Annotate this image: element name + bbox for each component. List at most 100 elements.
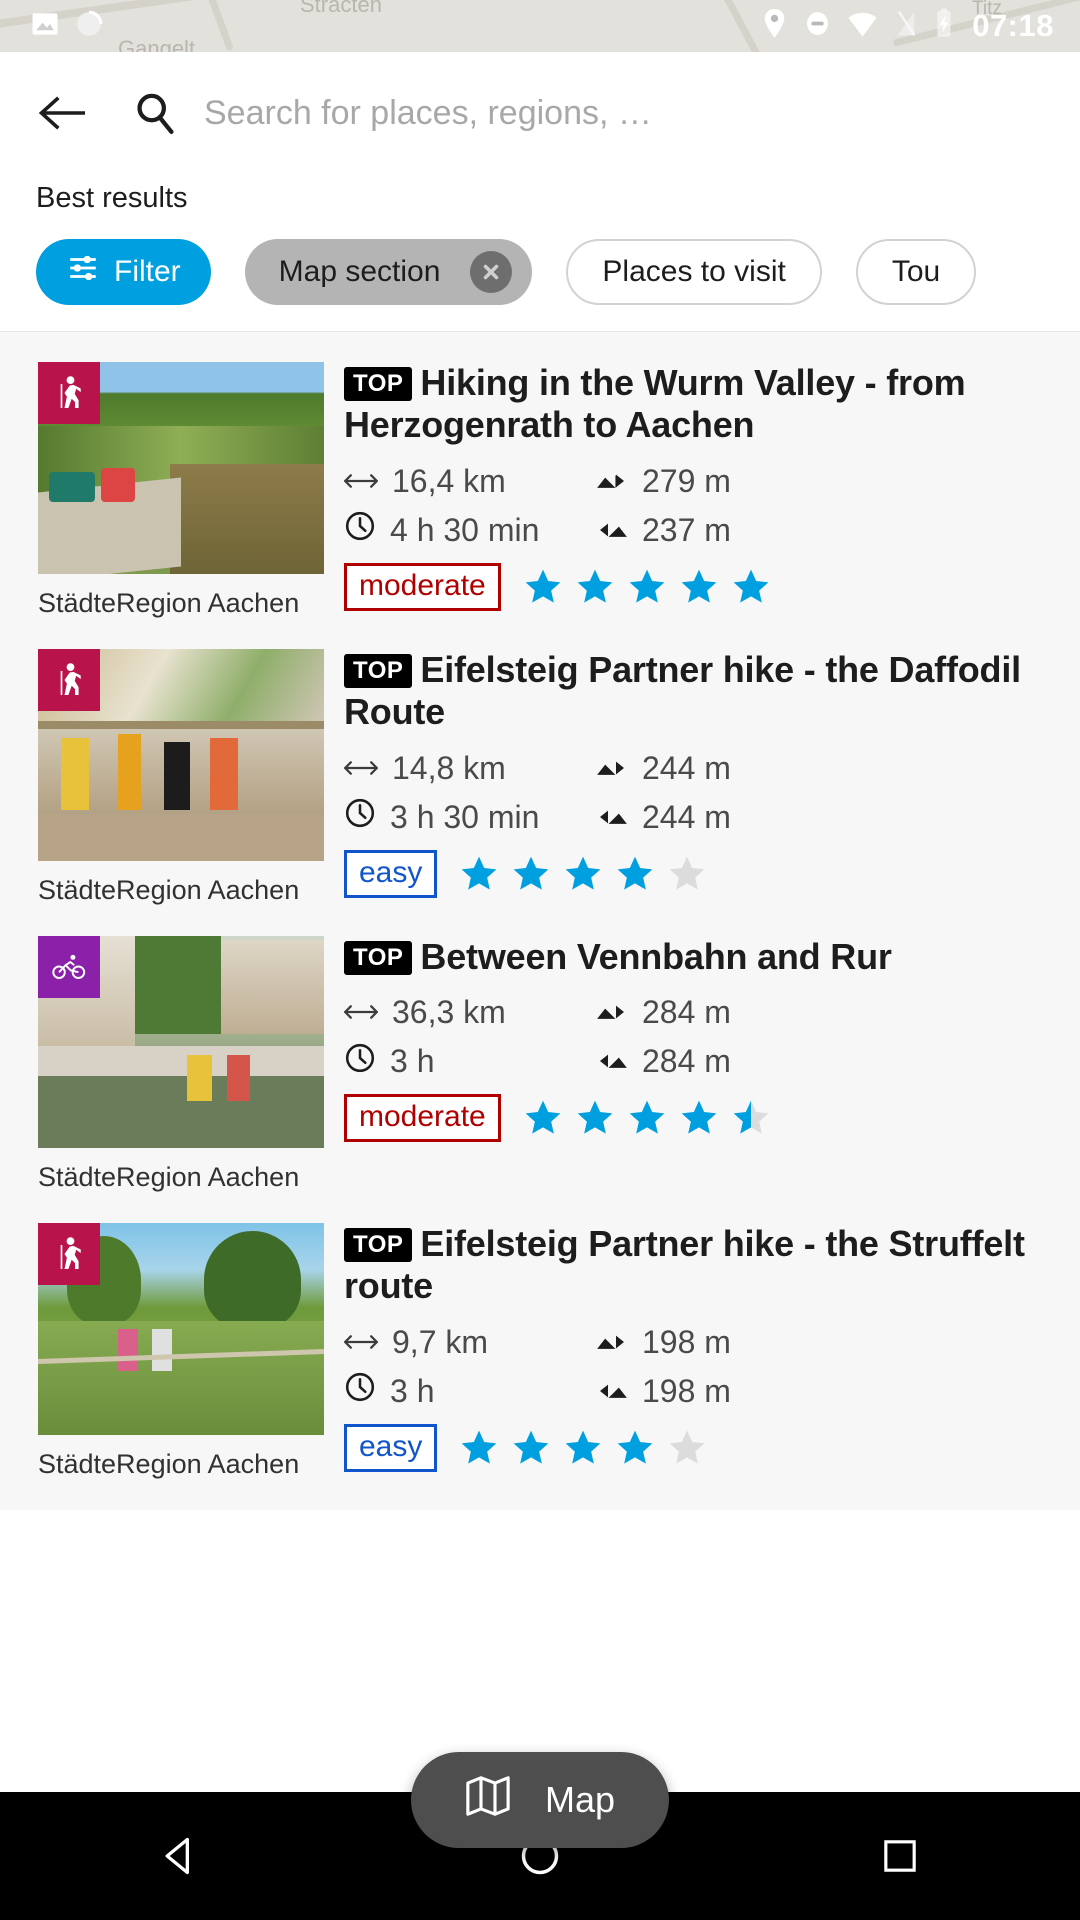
stat-duration: 3 h [344, 1042, 596, 1082]
difficulty-badge: moderate [344, 562, 501, 611]
search-input[interactable] [204, 93, 1050, 133]
stat-row-duration-descent: 4 h 30 min 237 m [344, 506, 1060, 555]
stat-distance: 9,7 km [344, 1324, 596, 1361]
star-icon-empty [670, 1430, 705, 1464]
stat-row-duration-descent: 3 h 284 m [344, 1037, 1060, 1086]
ascent-value: 198 m [642, 1323, 731, 1360]
battery-charging-icon [934, 8, 954, 44]
back-button[interactable] [30, 80, 96, 146]
stat-row-distance-ascent: 36,3 km 284 m [344, 988, 1060, 1037]
clock-icon [344, 1371, 376, 1411]
result-title-line: TOP Hiking in the Wurm Valley - from Herz… [344, 362, 1060, 447]
result-stats: 9,7 km 198 m 3 h 198 m easy [344, 1318, 1060, 1472]
search-bar [0, 52, 1080, 174]
stat-descent: 198 m [596, 1373, 731, 1410]
rating-row: moderate [344, 562, 1060, 611]
descent-value: 198 m [642, 1372, 731, 1409]
filter-chips-row[interactable]: Filter Map section Places to visit Tou [0, 215, 1080, 332]
star-icon [733, 569, 769, 603]
stat-row-duration-descent: 3 h 198 m [344, 1367, 1060, 1416]
descent-icon [596, 1043, 628, 1080]
status-bar: Stracten Gangelt Titz 07:18 [0, 0, 1080, 52]
result-thumbnail[interactable] [38, 936, 324, 1148]
star-icon [618, 1430, 653, 1464]
result-title: Eifelsteig Partner hike - the Daffodil R… [344, 649, 1021, 733]
star-icon-empty [670, 856, 705, 890]
result-card[interactable]: StädteRegion Aachen TOP Between Vennbahn … [0, 906, 1080, 1193]
result-title: Hiking in the Wurm Valley - from Herzoge… [344, 362, 966, 446]
back-arrow-icon [38, 96, 85, 130]
star-icon [566, 1430, 601, 1464]
top-badge: TOP [344, 1228, 413, 1263]
distance-arrows-icon [344, 994, 378, 1031]
chip-map-section-label: Map section [278, 255, 441, 288]
app-root: Stracten Gangelt Titz 07:18 Search for p… [0, 0, 1080, 1920]
result-info: TOP Eifelsteig Partner hike - the Daffodi… [324, 649, 1080, 906]
result-card[interactable]: StädteRegion Aachen TOP Hiking in the Wur… [0, 332, 1080, 619]
ascent-icon [596, 1324, 628, 1361]
hiking-icon [60, 376, 81, 408]
map-toggle-button[interactable]: Map [410, 1752, 670, 1848]
chip-tours[interactable]: Tou [855, 239, 977, 305]
result-region: StädteRegion Aachen [38, 1449, 300, 1479]
result-thumbnail-wrap: StädteRegion Aachen [38, 362, 324, 619]
ascent-icon [596, 463, 628, 500]
stat-duration: 3 h 30 min [344, 797, 596, 837]
difficulty-badge: easy [344, 1423, 438, 1472]
stat-ascent: 279 m [596, 463, 731, 500]
star-rating [523, 1098, 771, 1138]
chip-places-to-visit[interactable]: Places to visit [566, 239, 822, 305]
result-thumbnail[interactable] [38, 1223, 324, 1435]
results-header: Best results [0, 174, 1080, 215]
star-rating [459, 854, 707, 894]
map-toggle-label: Map [544, 1779, 616, 1820]
chip-map-section[interactable]: Map section [244, 239, 533, 305]
result-region: StädteRegion Aachen [38, 588, 300, 618]
star-icon [514, 1430, 549, 1464]
hiking-icon [60, 663, 81, 695]
nav-recents-button[interactable] [840, 1811, 960, 1901]
star-icon [577, 1101, 613, 1135]
result-card[interactable]: StädteRegion Aachen TOP Eifelsteig Partne… [0, 1193, 1080, 1480]
result-stats: 16,4 km 279 m 4 h 30 min 237 m moderate [344, 457, 1060, 611]
result-thumbnail[interactable] [38, 362, 324, 574]
close-icon[interactable] [470, 251, 513, 293]
stat-distance: 14,8 km [344, 750, 596, 787]
results-list[interactable]: StädteRegion Aachen TOP Hiking in the Wur… [0, 332, 1080, 1510]
signal-off-icon [894, 8, 918, 44]
result-title: Eifelsteig Partner hike - the Struffelt … [344, 1223, 1025, 1307]
nav-back-button[interactable] [120, 1811, 240, 1901]
result-thumbnail-wrap: StädteRegion Aachen [38, 649, 324, 906]
chip-filter[interactable]: Filter [36, 239, 211, 305]
distance-arrows-icon [344, 463, 378, 500]
nav-back-icon [165, 1837, 189, 1875]
do-not-disturb-icon [804, 8, 831, 44]
result-title-line: TOP Eifelsteig Partner hike - the Daffodi… [344, 649, 1060, 734]
stat-descent: 237 m [596, 512, 731, 549]
clock-icon [344, 1042, 376, 1082]
descent-value: 244 m [642, 798, 731, 835]
stat-duration: 3 h [344, 1371, 596, 1411]
difficulty-badge: easy [344, 849, 438, 898]
circle-progress-icon [74, 9, 104, 44]
star-icon [629, 569, 665, 603]
result-card[interactable]: StädteRegion Aachen TOP Eifelsteig Partne… [0, 619, 1080, 906]
descent-value: 237 m [642, 511, 731, 548]
distance-value: 36,3 km [392, 994, 506, 1031]
search-icon [132, 90, 178, 136]
stat-descent: 284 m [596, 1043, 731, 1080]
chip-filter-label: Filter [114, 255, 181, 288]
star-rating [459, 1428, 707, 1468]
rating-row: easy [344, 849, 1060, 898]
result-title-line: TOP Eifelsteig Partner hike - the Struffe… [344, 1223, 1060, 1308]
result-thumbnail[interactable] [38, 649, 324, 861]
star-icon [566, 856, 601, 890]
chip-tours-label: Tou [891, 255, 941, 288]
nav-recents-icon [884, 1840, 916, 1872]
duration-value: 3 h [390, 1372, 435, 1409]
stat-row-distance-ascent: 16,4 km 279 m [344, 457, 1060, 506]
star-icon [577, 569, 613, 603]
distance-arrows-icon [344, 750, 378, 787]
top-badge: TOP [344, 654, 413, 689]
activity-badge [38, 649, 100, 711]
